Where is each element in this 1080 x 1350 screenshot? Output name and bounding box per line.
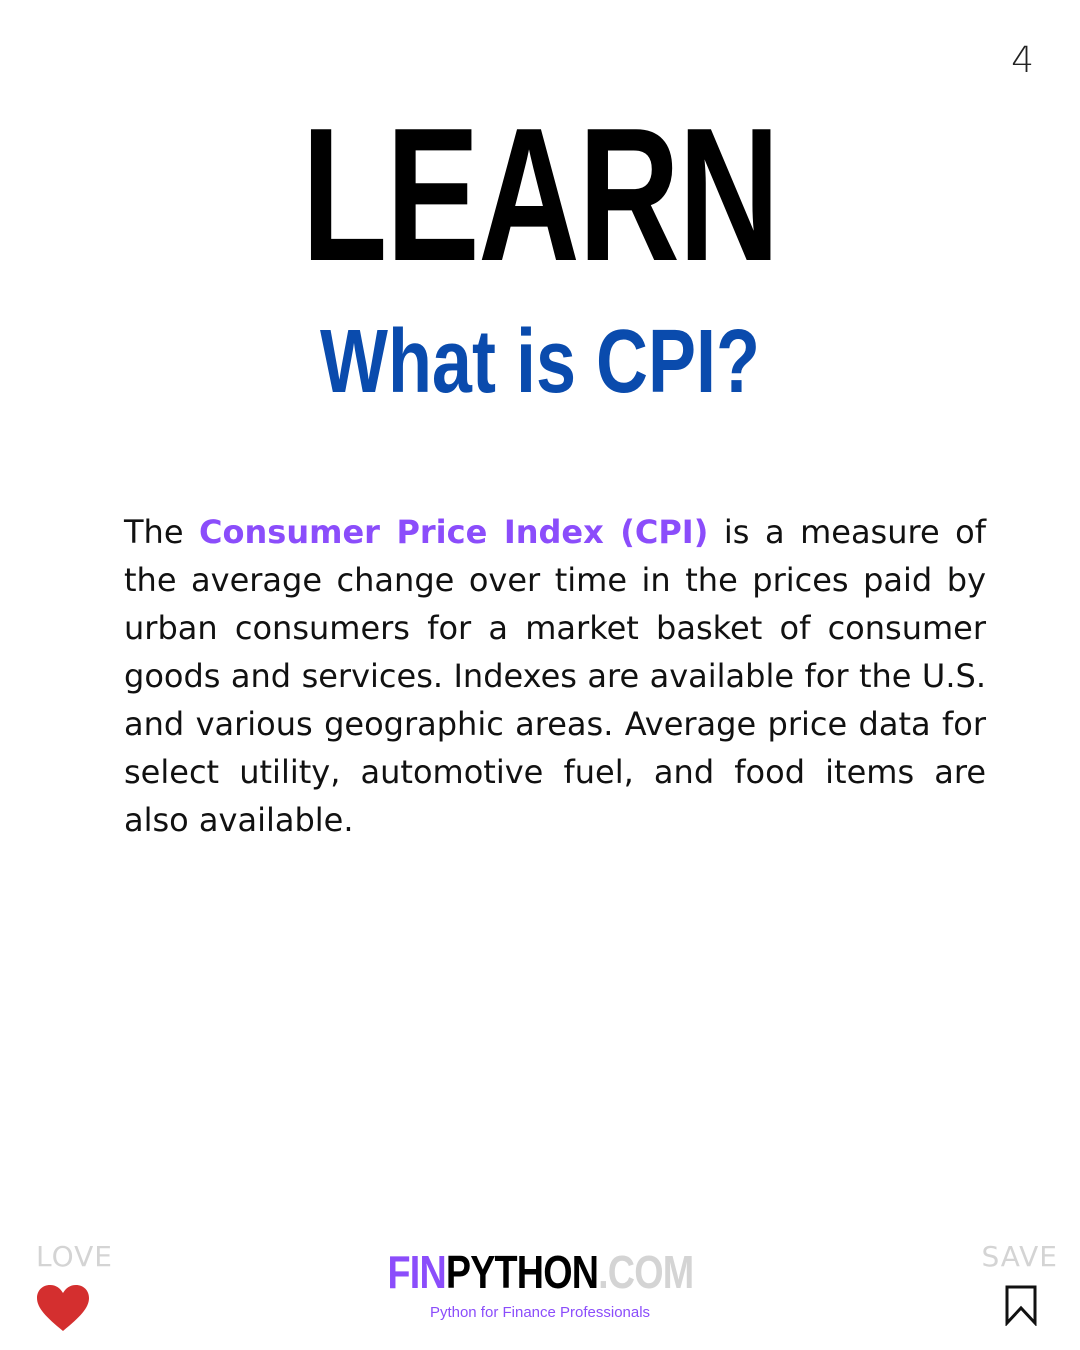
save-label: SAVE [981,1240,1058,1273]
body-intro: The [124,513,200,551]
brand-logo: FINPYTHON.COM Python for Finance Profess… [0,1248,1080,1321]
save-action[interactable]: SAVE [978,1240,1058,1326]
body-paragraph: The Consumer Price Index (CPI) is a meas… [124,508,986,844]
page-number: 4 [1011,40,1034,81]
page-subtitle: What is CPI? [319,312,761,412]
brand-fin: FIN [387,1246,446,1298]
brand-python: PYTHON [445,1246,598,1298]
body-highlight-term: Consumer Price Index (CPI) [199,513,709,551]
page-title: LEARN [301,89,780,301]
brand-com: .COM [597,1246,694,1298]
body-rest: is a measure of the average change over … [124,513,987,839]
bookmark-icon[interactable] [1004,1284,1038,1326]
brand-wordmark: FINPYTHON.COM [387,1246,694,1298]
brand-tagline: Python for Finance Professionals [429,1304,651,1321]
